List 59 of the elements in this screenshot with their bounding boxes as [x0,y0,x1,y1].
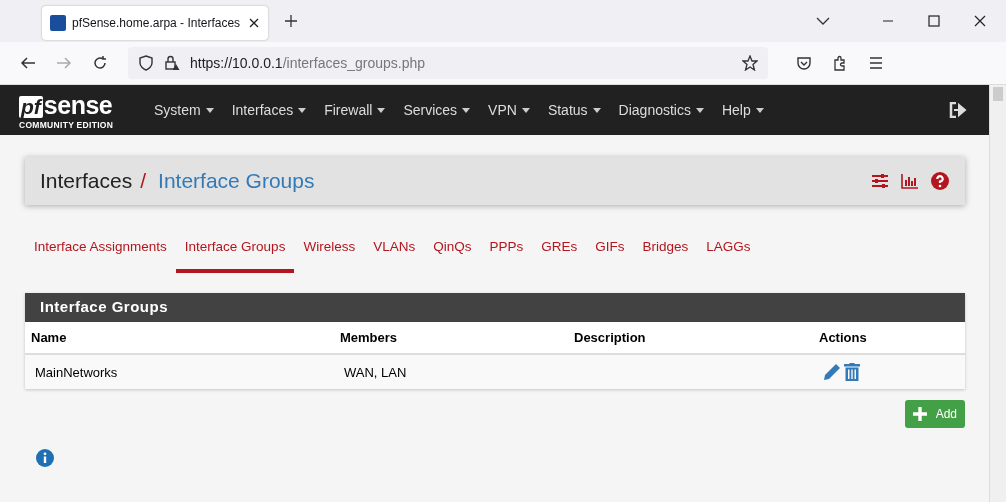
caret-icon [298,107,307,113]
shield-icon [138,55,154,71]
panel-title: Interface Groups [25,293,965,322]
edit-icon[interactable] [823,363,841,381]
tab[interactable]: Interface Groups [175,226,295,273]
site-icon [50,15,66,31]
tab[interactable]: VLANs [364,226,425,273]
tab[interactable]: Interface Assignments [25,226,176,273]
page-title[interactable]: Interface Groups [158,169,315,193]
tab[interactable]: QinQs [424,226,481,273]
close-icon[interactable] [248,17,260,29]
lock-warning-icon [164,55,180,71]
caret-icon [377,107,386,113]
pocket-icon[interactable] [796,55,812,71]
sliders-icon[interactable] [871,173,889,189]
chevron-down-icon[interactable] [816,17,830,25]
nav-menu[interactable]: Diagnostics [609,102,713,118]
tab[interactable]: Bridges [633,226,698,273]
browser-tab[interactable]: pfSense.home.arpa - Interfaces [42,6,268,40]
tab[interactable]: GIFs [586,226,634,273]
tab[interactable]: LAGGs [697,226,760,273]
table-cell: WAN, LAN [344,364,407,380]
nav-menu[interactable]: VPN [479,102,539,118]
new-tab-icon[interactable] [284,14,298,28]
tab[interactable]: PPPs [480,226,533,273]
breadcrumb-separator: / [140,169,147,193]
breadcrumb-link[interactable]: Interfaces [40,169,133,193]
nav-menu[interactable]: System [145,102,223,118]
table-cell: MainNetworks [35,364,118,380]
star-icon[interactable] [742,55,758,71]
delete-icon[interactable] [844,363,860,381]
logo[interactable]: pfsense COMMUNITY EDITION [19,90,125,130]
caret-icon [755,107,764,113]
bar-chart-icon[interactable] [901,173,919,189]
info-icon[interactable] [36,449,54,467]
caret-icon [462,107,471,113]
caret-icon [205,107,214,113]
nav-menu[interactable]: Interfaces [222,102,316,118]
tab[interactable]: GREs [532,226,587,273]
caret-icon [521,107,530,113]
menu-icon[interactable] [868,55,884,71]
plus-icon [912,407,927,421]
reload-icon[interactable] [92,55,108,71]
address-field[interactable]: https://10.0.0.1/interfaces_groups.php [128,47,768,79]
help-icon[interactable] [931,172,949,190]
nav-menu[interactable]: Services [394,102,480,118]
maximize-icon[interactable] [928,15,940,27]
caret-icon [592,107,601,113]
nav-menu[interactable]: Firewall [315,102,395,118]
back-icon[interactable] [20,55,36,71]
close-icon[interactable] [974,15,986,27]
logout-icon[interactable] [949,102,967,118]
caret-icon [695,107,704,113]
extensions-icon[interactable] [832,55,848,71]
tab[interactable]: Wireless [294,226,365,273]
scrollbar[interactable] [989,85,1006,502]
nav-menu[interactable]: Status [538,102,610,118]
nav-menu[interactable]: Help [712,102,773,118]
tab-title: pfSense.home.arpa - Interfaces [72,16,242,30]
